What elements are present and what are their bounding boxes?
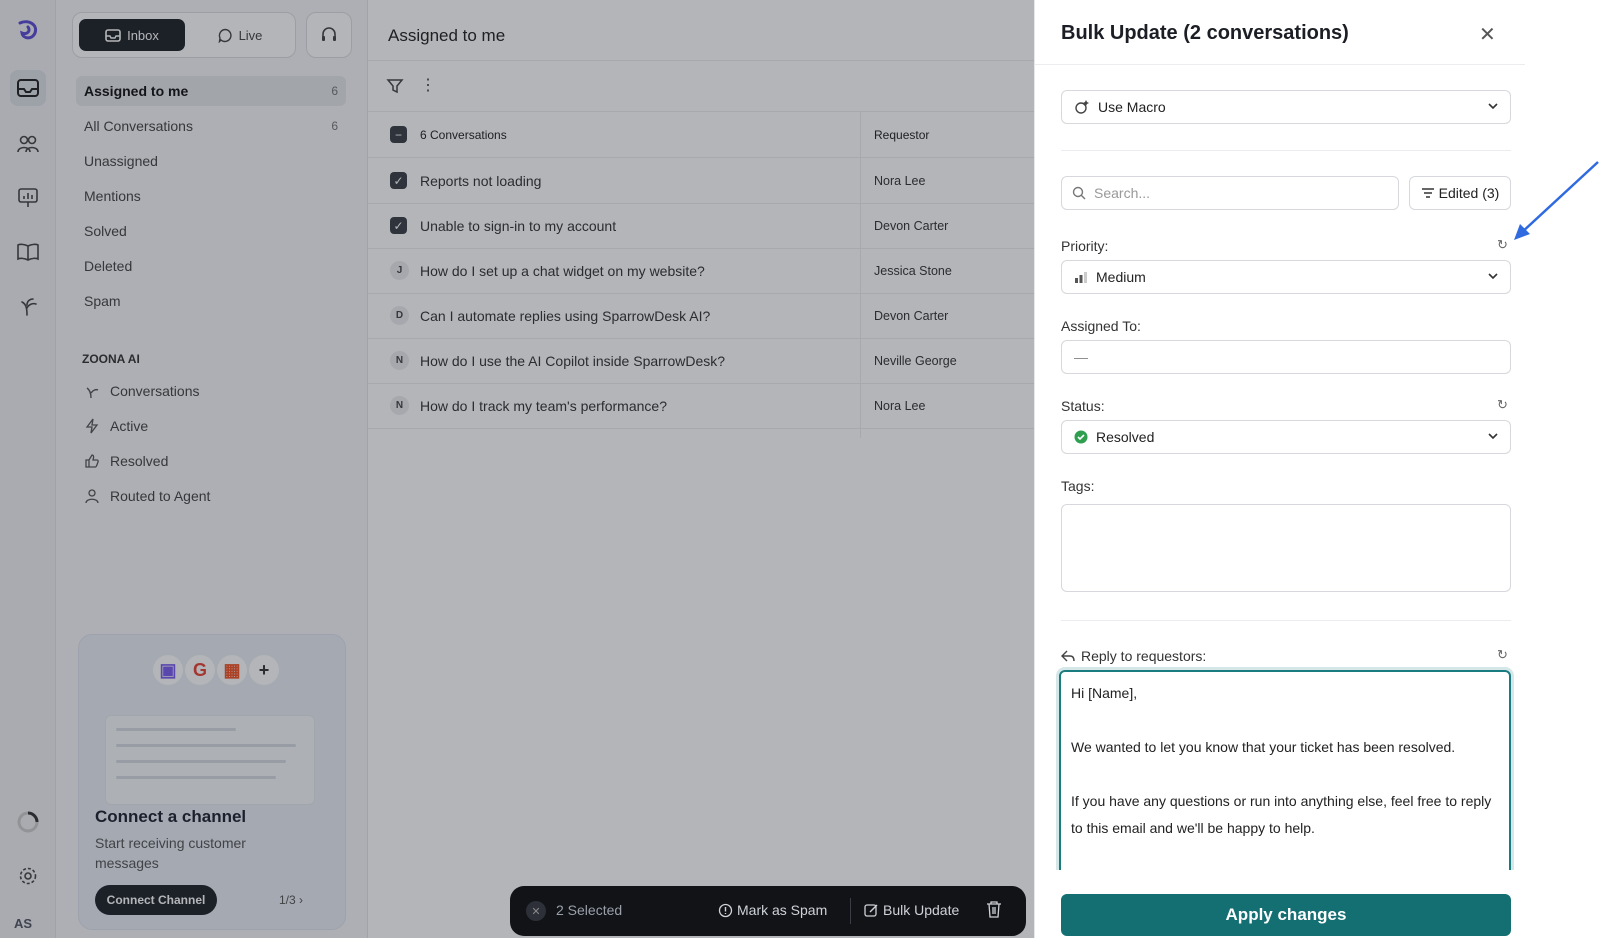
app-background: AS Inbox Live Assigned to me 6 All Conver… bbox=[0, 0, 1034, 938]
macro-icon bbox=[1075, 100, 1089, 114]
assigned-to-select[interactable]: — bbox=[1061, 340, 1511, 374]
tags-input[interactable] bbox=[1061, 504, 1511, 592]
reply-line bbox=[1071, 761, 1499, 788]
reply-textarea[interactable]: Hi [Name], We wanted to let you know that… bbox=[1059, 670, 1511, 880]
chevron-down-icon bbox=[1488, 433, 1498, 440]
selected-count: 2 Selected bbox=[556, 902, 623, 918]
reset-status-icon[interactable]: ↻ bbox=[1497, 397, 1508, 413]
reply-line: Hi [Name], bbox=[1071, 685, 1138, 701]
drawer-title: Bulk Update (2 conversations) bbox=[1061, 22, 1349, 44]
priority-label: Priority: bbox=[1061, 238, 1109, 254]
filter-lines-icon bbox=[1421, 188, 1434, 198]
clear-selection-icon[interactable]: ✕ bbox=[526, 901, 546, 921]
mark-spam-button[interactable]: Mark as Spam bbox=[718, 902, 827, 918]
chevron-down-icon bbox=[1488, 103, 1498, 110]
search-icon bbox=[1072, 186, 1086, 200]
reply-icon bbox=[1061, 650, 1075, 662]
check-circle-icon bbox=[1074, 430, 1088, 444]
priority-select[interactable]: Medium bbox=[1061, 260, 1511, 294]
bulk-action-bar: ✕ 2 Selected Mark as Spam Bulk Update bbox=[510, 886, 1026, 936]
chevron-down-icon bbox=[1488, 273, 1498, 280]
macro-select[interactable]: Use Macro bbox=[1061, 90, 1511, 124]
status-label: Status: bbox=[1061, 398, 1105, 414]
assigned-to-label: Assigned To: bbox=[1061, 318, 1141, 334]
reply-line bbox=[1071, 707, 1499, 734]
bulk-update-button[interactable]: Bulk Update bbox=[864, 902, 959, 918]
annotation-arrow-icon bbox=[1514, 161, 1599, 240]
delete-icon[interactable] bbox=[986, 900, 1002, 921]
field-search[interactable] bbox=[1061, 176, 1399, 210]
reset-reply-icon[interactable]: ↻ bbox=[1497, 647, 1508, 663]
priority-bars-icon bbox=[1075, 272, 1087, 283]
tags-label: Tags: bbox=[1061, 478, 1095, 494]
bulk-update-drawer: Bulk Update (2 conversations) ✕ Use Macr… bbox=[1034, 0, 1525, 938]
reply-line: If you have any questions or run into an… bbox=[1071, 793, 1492, 836]
apply-changes-button[interactable]: Apply changes bbox=[1061, 894, 1511, 936]
close-icon[interactable]: ✕ bbox=[1479, 22, 1496, 47]
status-select[interactable]: Resolved bbox=[1061, 420, 1511, 454]
edited-filter-button[interactable]: Edited (3) bbox=[1409, 176, 1511, 210]
alert-icon bbox=[718, 903, 733, 917]
edit-icon bbox=[864, 903, 878, 917]
reply-line: We wanted to let you know that your tick… bbox=[1071, 739, 1456, 755]
reply-label: Reply to requestors: bbox=[1061, 648, 1206, 664]
modal-overlay[interactable] bbox=[0, 0, 1034, 938]
search-input[interactable] bbox=[1094, 185, 1374, 201]
